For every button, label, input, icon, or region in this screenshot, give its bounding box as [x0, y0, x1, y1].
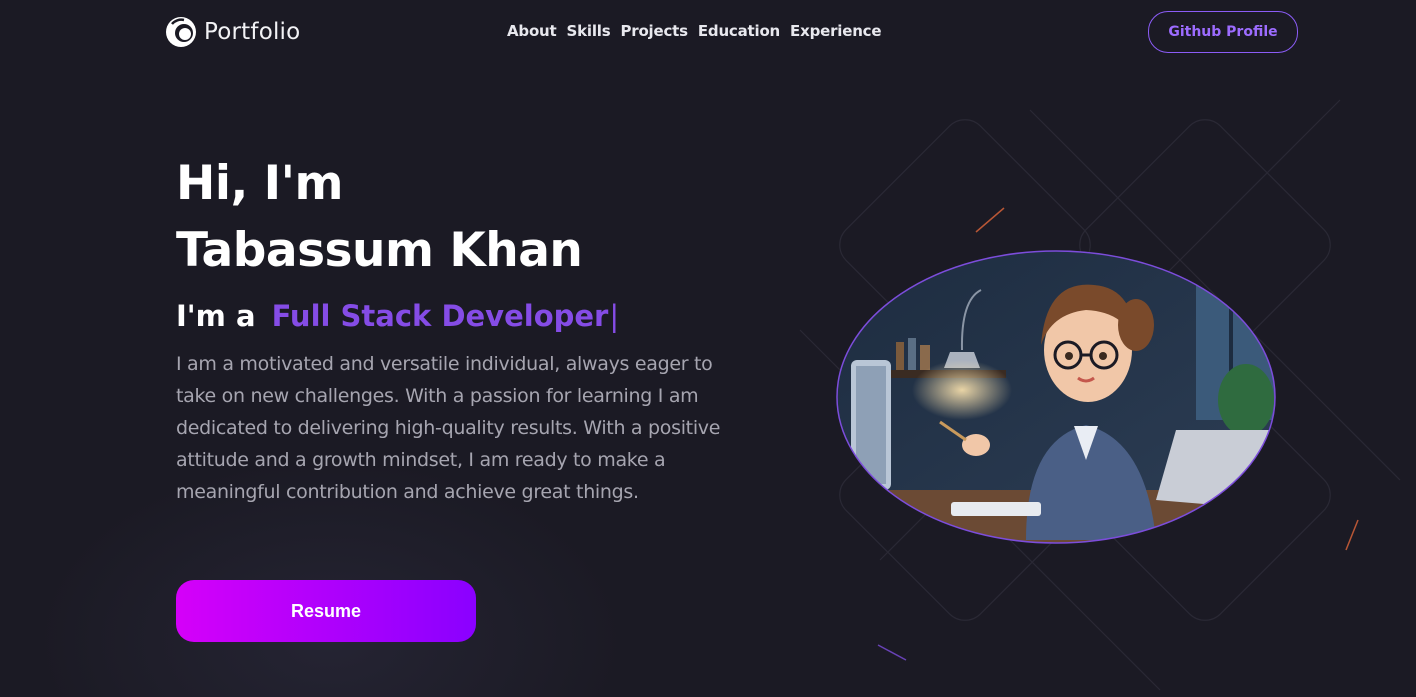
typing-cursor: | — [609, 299, 620, 333]
nav-link-skills[interactable]: Skills — [567, 22, 611, 40]
logo-text: Portfolio — [204, 19, 301, 45]
hero-section: Hi, I'm Tabassum Khan I'm a Full Stack D… — [176, 150, 756, 508]
resume-button[interactable]: Resume — [176, 580, 476, 642]
portfolio-page: Portfolio About Skills Projects Educatio… — [0, 0, 1416, 697]
navbar: Portfolio About Skills Projects Educatio… — [0, 0, 1416, 64]
nav-link-experience[interactable]: Experience — [790, 22, 881, 40]
github-profile-button[interactable]: Github Profile — [1148, 11, 1298, 53]
nav-links: About Skills Projects Education Experien… — [507, 22, 882, 40]
nav-link-about[interactable]: About — [507, 22, 557, 40]
role-prefix: I'm a — [176, 299, 256, 333]
ring-logo-icon — [164, 15, 198, 49]
hero-bio: I am a motivated and versatile individua… — [176, 353, 721, 503]
developer-avatar-illustration — [836, 250, 1276, 544]
role-line: I'm a Full Stack Developer | — [176, 296, 756, 336]
nav-link-education[interactable]: Education — [698, 22, 780, 40]
nav-link-projects[interactable]: Projects — [620, 22, 688, 40]
role-typewriter: Full Stack Developer — [271, 299, 609, 333]
hero-greeting: Hi, I'm — [176, 156, 344, 211]
hero-name: Tabassum Khan — [176, 223, 583, 278]
logo-link[interactable]: Portfolio — [164, 14, 300, 50]
